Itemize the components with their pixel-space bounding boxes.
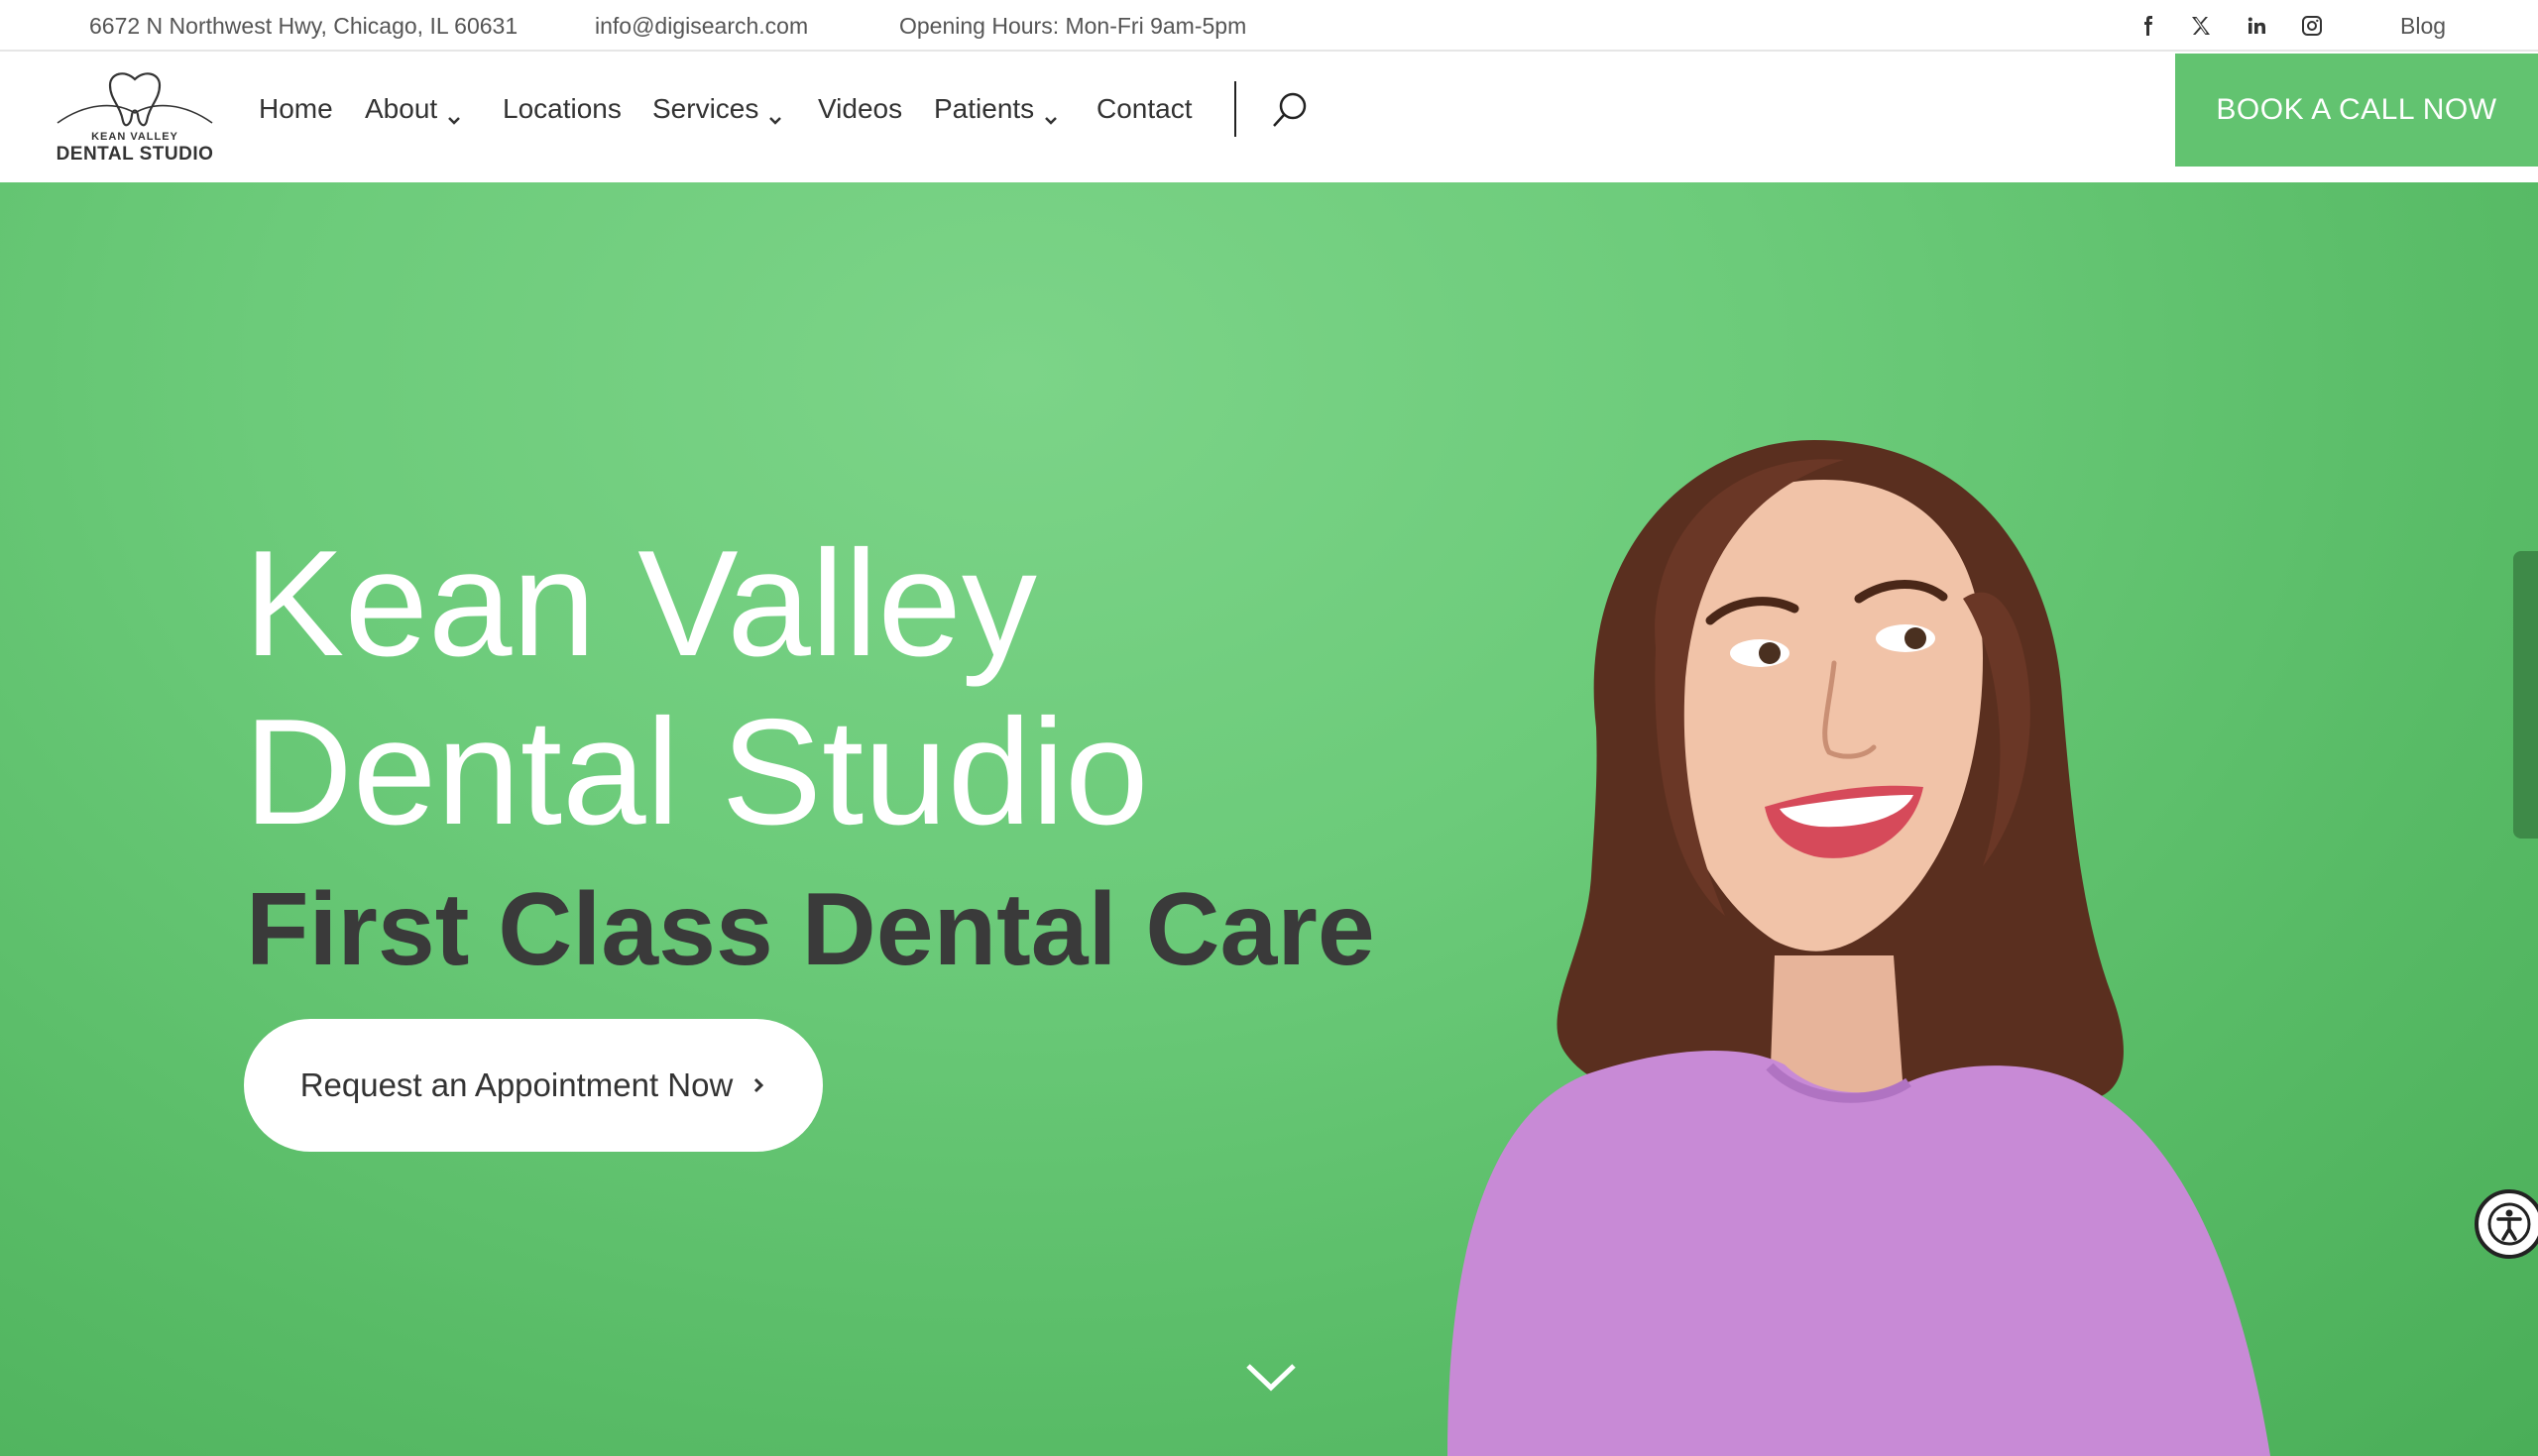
chevron-down-icon xyxy=(768,102,782,125)
linkedin-icon[interactable] xyxy=(2243,12,2270,40)
email-link[interactable]: info@digisearch.com xyxy=(595,13,808,40)
main-header: KEAN VALLEY DENTAL STUDIO Home About Loc… xyxy=(0,52,2538,182)
logo-line2: DENTAL STUDIO xyxy=(56,144,214,165)
nav-contact[interactable]: Contact xyxy=(1096,93,1193,125)
smiling-woman-portrait xyxy=(1447,440,2270,1456)
facebook-icon[interactable] xyxy=(2134,12,2161,40)
nav-patients[interactable]: Patients xyxy=(934,93,1058,125)
hero-title-line2: Dental Studio xyxy=(244,688,1149,856)
address-text: 6672 N Northwest Hwy, Chicago, IL 60631 xyxy=(89,13,519,39)
nav-locations[interactable]: Locations xyxy=(503,93,622,125)
nav-about[interactable]: About xyxy=(365,93,461,125)
nav-services[interactable]: Services xyxy=(652,93,782,125)
chevron-right-icon xyxy=(754,1077,764,1093)
nav-label: Home xyxy=(259,93,333,124)
logo-line1: KEAN VALLEY xyxy=(91,131,178,143)
hero-title-line1: Kean Valley xyxy=(244,519,1037,688)
nav-label: Contact xyxy=(1096,93,1193,124)
instagram-icon[interactable] xyxy=(2298,12,2326,40)
side-feedback-tab[interactable] xyxy=(2513,551,2538,839)
nav-videos[interactable]: Videos xyxy=(818,93,902,125)
chevron-down-icon xyxy=(1044,102,1058,125)
request-appointment-button[interactable]: Request an Appointment Now xyxy=(244,1019,823,1152)
nav-home[interactable]: Home xyxy=(259,93,333,125)
hero-title: Kean Valley Dental Studio xyxy=(244,519,1149,856)
nav-label: Patients xyxy=(934,93,1035,124)
blog-link[interactable]: Blog xyxy=(2400,13,2446,40)
tooth-logo-icon xyxy=(57,72,213,127)
chevron-down-icon xyxy=(447,102,461,125)
site-logo[interactable]: KEAN VALLEY DENTAL STUDIO xyxy=(56,65,214,165)
nav-label: Videos xyxy=(818,93,903,124)
scroll-down-chevron-icon[interactable] xyxy=(1244,1360,1298,1394)
nav-divider xyxy=(1234,81,1236,137)
top-info-bar: 6672 N Northwest Hwy, Chicago, IL 60631 … xyxy=(0,0,2538,52)
nav-label: Locations xyxy=(503,93,622,124)
hero-subtitle: First Class Dental Care xyxy=(246,872,1375,987)
book-call-button[interactable]: BOOK A CALL NOW xyxy=(2175,54,2538,167)
accessibility-icon[interactable] xyxy=(2475,1189,2538,1259)
nav-label: Services xyxy=(652,93,759,124)
request-appointment-label: Request an Appointment Now xyxy=(299,1066,734,1103)
nav-label: About xyxy=(365,93,438,124)
x-twitter-icon[interactable] xyxy=(2187,12,2215,40)
hero-section: Kean Valley Dental Studio First Class De… xyxy=(0,182,2538,1456)
search-icon[interactable] xyxy=(1269,89,1311,131)
opening-hours-text: Opening Hours: Mon-Fri 9am-5pm xyxy=(899,13,1247,39)
